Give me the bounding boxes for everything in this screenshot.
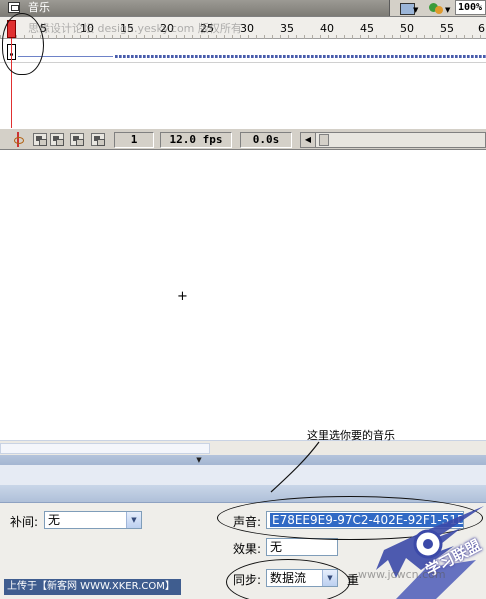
scene-icon bbox=[8, 2, 20, 13]
current-frame: 1 bbox=[114, 132, 154, 148]
tween-select[interactable]: 无 ▼ bbox=[44, 511, 142, 529]
ruler-tick: 45 bbox=[360, 22, 374, 35]
stage[interactable]: + bbox=[0, 150, 486, 440]
center-frame-icon[interactable] bbox=[13, 132, 24, 147]
stage-scroll-track[interactable] bbox=[0, 443, 210, 454]
annotation-circle-frame bbox=[2, 13, 44, 75]
tween-label: 补间: bbox=[10, 515, 39, 529]
edit-multiple-frames-icon[interactable] bbox=[70, 133, 84, 146]
ruler-tick: 50 bbox=[400, 22, 414, 35]
upload-credit: 上传于【新客网 WWW.XKER.COM】 bbox=[4, 579, 181, 595]
timeline-scrollbar[interactable]: ◀ bbox=[300, 132, 486, 148]
annotation-circle-sync bbox=[226, 559, 350, 599]
ruler-tick: 6 bbox=[478, 22, 485, 35]
ruler-tick: 30 bbox=[240, 22, 254, 35]
ruler-tick: 55 bbox=[440, 22, 454, 35]
scroll-thumb[interactable] bbox=[319, 134, 329, 146]
chevron-down-icon: ▼ bbox=[445, 6, 451, 14]
ruler-tick: 40 bbox=[320, 22, 334, 35]
timeline-watermark: 思缘设计论坛 design.yesky.com 版权所有 bbox=[28, 22, 242, 35]
effect-label: 效果: bbox=[233, 542, 262, 556]
crosshair-icon: + bbox=[177, 289, 188, 304]
title-bar: 音乐 ▼ ▼ 100% bbox=[0, 0, 486, 17]
ruler-tick: 35 bbox=[280, 22, 294, 35]
timeline-status-bar: 1 12.0 fps 0.0s ◀ bbox=[0, 128, 486, 150]
chevron-down-icon[interactable]: ▼ bbox=[126, 512, 141, 528]
elapsed-time: 0.0s bbox=[240, 132, 292, 148]
chevron-down-icon: ▼ bbox=[413, 6, 419, 14]
collapse-arrow-icon[interactable]: ▼ bbox=[189, 456, 209, 464]
onion-skin-outlines-icon[interactable] bbox=[50, 133, 64, 146]
onion-skin-icon[interactable] bbox=[33, 133, 47, 146]
scene-tab[interactable]: 音乐 bbox=[0, 0, 390, 16]
modify-onion-markers-icon[interactable] bbox=[91, 133, 105, 146]
bottom-watermark: www.jcwcn.com bbox=[358, 568, 446, 581]
effect-value: 无 bbox=[270, 540, 283, 554]
sound-waveform bbox=[115, 55, 486, 58]
layer-row[interactable] bbox=[0, 41, 486, 63]
scene-title: 音乐 bbox=[28, 1, 50, 14]
scroll-left-icon[interactable]: ◀ bbox=[301, 133, 316, 147]
panel-spacer bbox=[0, 465, 486, 485]
annotation-pointer bbox=[270, 441, 320, 493]
panel-collapse-bar[interactable]: ▼ bbox=[0, 455, 486, 465]
stage-scrollbar[interactable] bbox=[0, 440, 486, 455]
edit-symbol-icon[interactable]: ▼ bbox=[427, 1, 451, 16]
frame-rate[interactable]: 12.0 fps bbox=[160, 132, 232, 148]
effect-select[interactable]: 无 bbox=[266, 538, 338, 556]
edit-scene-icon[interactable]: ▼ bbox=[398, 1, 418, 16]
tween-value: 无 bbox=[48, 513, 61, 527]
zoom-select[interactable]: 100% bbox=[455, 0, 486, 15]
